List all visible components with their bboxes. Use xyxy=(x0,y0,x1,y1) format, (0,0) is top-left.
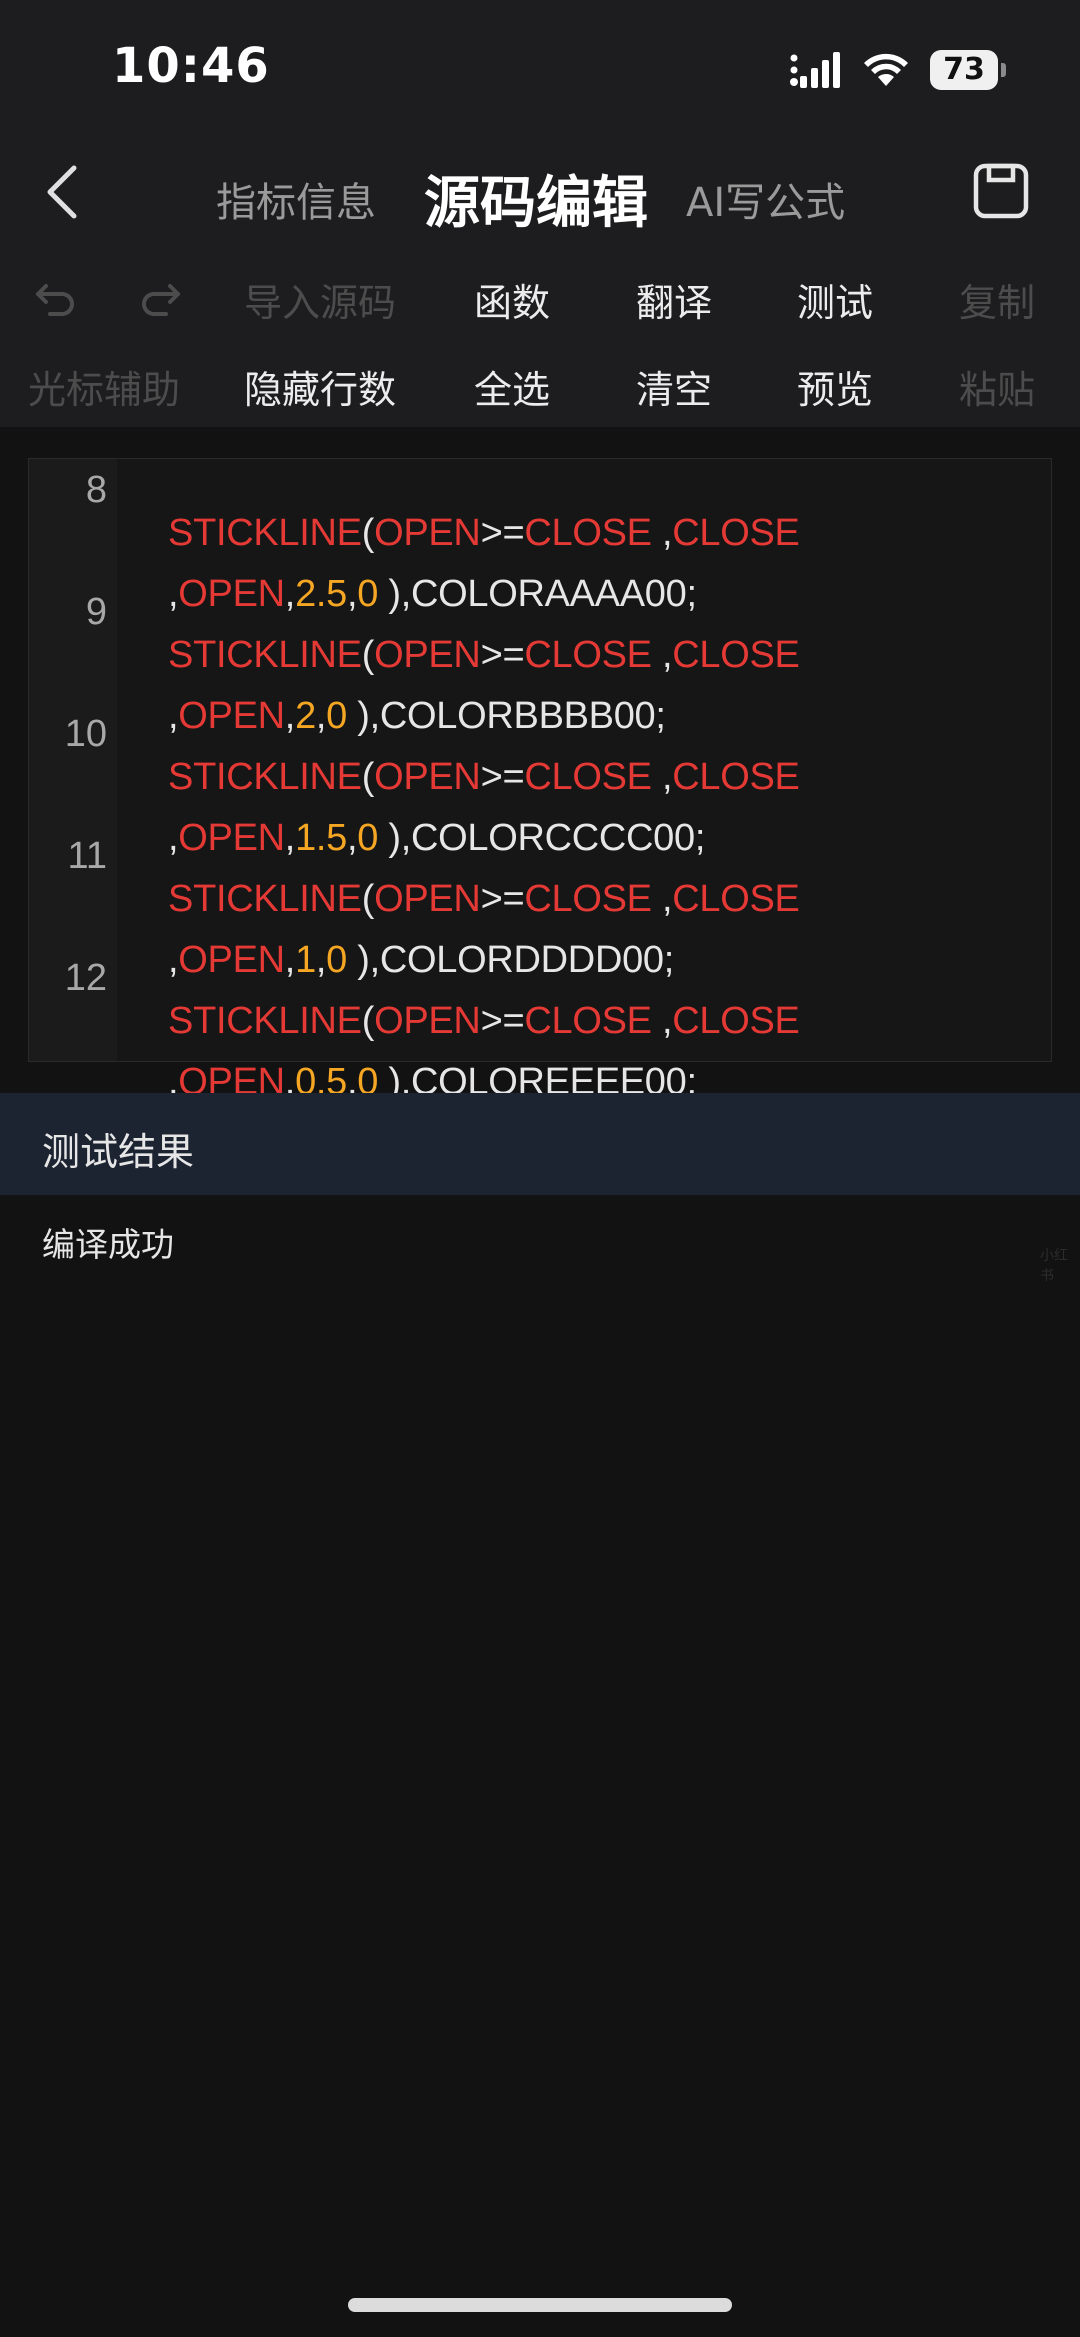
tab-indicator-info[interactable]: 指标信息 xyxy=(216,170,376,228)
home-indicator[interactable] xyxy=(348,2298,732,2312)
result-message: 编译成功 xyxy=(42,1225,174,1264)
preview-button[interactable]: 预览 xyxy=(797,359,873,414)
signal-icon xyxy=(790,52,840,88)
code-token: CLOSE xyxy=(672,634,800,676)
line-number: 11 xyxy=(67,835,107,877)
paste-button[interactable]: 粘贴 xyxy=(959,359,1035,414)
battery-icon: 73 xyxy=(930,50,1008,90)
code-token: CLOSE xyxy=(672,878,800,920)
hide-line-numbers-button[interactable]: 隐藏行数 xyxy=(244,359,396,414)
save-icon[interactable] xyxy=(972,162,1030,220)
watermark: 小红书 xyxy=(1040,1248,1068,1284)
line-number: 10 xyxy=(64,713,107,755)
wifi-icon xyxy=(864,53,908,86)
battery-tip xyxy=(1001,63,1006,77)
line-number: 12 xyxy=(64,957,107,999)
result-title: 测试结果 xyxy=(42,1130,195,1174)
line-number: 9 xyxy=(85,591,107,633)
code-editor[interactable]: 8 STICKLINE(OPEN>=CLOSE ,CLOSE ,OPEN,2.5… xyxy=(28,458,1052,1103)
tab-source-edit[interactable]: 源码编辑 xyxy=(424,158,648,239)
clear-button[interactable]: 清空 xyxy=(636,359,712,414)
copy-button[interactable]: 复制 xyxy=(959,272,1035,327)
status-time: 10:46 xyxy=(112,38,270,94)
translate-button[interactable]: 翻译 xyxy=(636,272,712,327)
undo-icon[interactable] xyxy=(32,272,80,320)
functions-button[interactable]: 函数 xyxy=(474,272,550,327)
select-all-button[interactable]: 全选 xyxy=(474,359,550,414)
tab-ai-formula[interactable]: AI写公式 xyxy=(686,170,845,228)
line-number: 8 xyxy=(85,469,107,511)
battery-level: 73 xyxy=(930,50,998,90)
cursor-assist-button[interactable]: 光标辅助 xyxy=(28,359,180,414)
import-source-button[interactable]: 导入源码 xyxy=(244,272,396,327)
chevron-left-icon[interactable] xyxy=(40,162,84,222)
test-button[interactable]: 测试 xyxy=(797,272,873,327)
redo-icon[interactable] xyxy=(136,272,184,320)
